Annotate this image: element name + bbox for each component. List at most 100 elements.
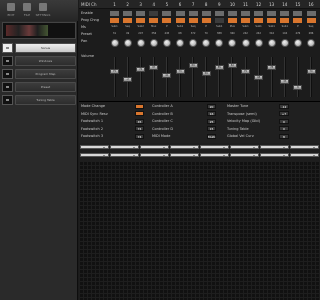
enable-toggle[interactable] — [214, 11, 224, 16]
volume-fader[interactable]: 41 — [162, 73, 172, 78]
prog-change-toggle[interactable] — [201, 18, 211, 23]
param-value[interactable]: 8 — [279, 133, 289, 139]
volume-fader[interactable]: 8 — [293, 85, 303, 90]
ms-value[interactable]: Seq — [189, 25, 198, 28]
ms-value[interactable]: Mux — [228, 25, 237, 28]
pan-knob[interactable] — [176, 39, 184, 47]
param-value[interactable] — [135, 111, 144, 116]
assign-dropdown[interactable] — [260, 153, 289, 157]
enable-toggle[interactable] — [306, 11, 316, 16]
enable-toggle[interactable] — [267, 11, 277, 16]
prog-change-toggle[interactable] — [267, 18, 277, 23]
prog-change-toggle[interactable] — [188, 18, 198, 23]
param-value[interactable]: 0 — [279, 118, 289, 124]
preset-value[interactable]: 476 — [293, 32, 302, 35]
param-value[interactable]: -12 — [279, 103, 289, 109]
pan-knob[interactable] — [241, 39, 250, 47]
param-value[interactable]: +7 — [279, 111, 289, 116]
sidebar-item-windows[interactable]: Windows — [2, 56, 76, 66]
ms-value[interactable]: P — [162, 25, 171, 28]
prog-change-toggle[interactable] — [162, 18, 172, 23]
preset-value[interactable]: 342 — [267, 32, 276, 35]
preset-value[interactable]: 286 — [307, 32, 316, 35]
volume-fader[interactable]: 70 — [306, 69, 316, 74]
pan-knob[interactable] — [215, 39, 224, 47]
prog-change-toggle[interactable] — [254, 18, 264, 23]
param-value[interactable]: 0 — [279, 126, 289, 131]
ms-value[interactable]: Sub1 — [215, 25, 224, 28]
param-value[interactable]: 25 — [207, 118, 216, 124]
prog-change-toggle[interactable] — [214, 18, 224, 23]
preset-value[interactable]: 445 — [162, 32, 171, 35]
pan-knob[interactable] — [307, 39, 315, 47]
assign-dropdown[interactable] — [200, 145, 229, 149]
volume-fader[interactable]: 82 — [227, 63, 237, 68]
assign-dropdown[interactable] — [80, 153, 109, 157]
volume-fader[interactable]: -2 — [123, 77, 133, 82]
pan-knob[interactable] — [162, 39, 171, 47]
assign-dropdown[interactable] — [110, 145, 139, 149]
volume-fader[interactable]: 75 — [110, 69, 119, 74]
edit-button[interactable]: EDIT — [3, 2, 19, 19]
pan-knob[interactable] — [123, 39, 132, 47]
preset-value[interactable]: 31 — [110, 32, 119, 35]
ms-value[interactable]: Sub1 — [280, 25, 289, 28]
enable-toggle[interactable] — [136, 11, 146, 16]
enable-toggle[interactable] — [149, 11, 159, 16]
ms-value[interactable]: P — [202, 25, 211, 28]
assign-dropdown[interactable] — [140, 153, 169, 157]
ms-value[interactable]: Sub1 — [267, 25, 276, 28]
prog-change-toggle[interactable] — [175, 18, 185, 23]
pan-knob[interactable] — [189, 39, 198, 47]
param-value[interactable]: Multi — [207, 133, 216, 139]
prog-change-toggle[interactable] — [149, 18, 159, 23]
enable-toggle[interactable] — [201, 11, 211, 16]
pan-knob[interactable] — [136, 39, 145, 47]
ms-value[interactable]: Sub1 — [254, 25, 263, 28]
volume-fader[interactable]: 33 — [280, 79, 290, 84]
assign-dropdown[interactable] — [230, 153, 259, 157]
enable-toggle[interactable] — [110, 11, 119, 16]
ms-value[interactable]: Seq — [123, 25, 132, 28]
assign-dropdown[interactable] — [110, 153, 139, 157]
preset-value[interactable]: 356 — [149, 32, 158, 35]
assign-dropdown[interactable] — [80, 145, 109, 149]
prog-change-toggle[interactable] — [123, 18, 133, 23]
assign-dropdown[interactable] — [170, 153, 199, 157]
enable-toggle[interactable] — [293, 11, 303, 16]
preset-value[interactable]: 104 — [280, 32, 289, 35]
prog-change-toggle[interactable] — [110, 18, 119, 23]
enable-toggle[interactable] — [123, 11, 133, 16]
file-button[interactable]: FILE — [19, 2, 35, 19]
param-value[interactable] — [135, 103, 144, 109]
enable-toggle[interactable] — [254, 11, 264, 16]
ms-value[interactable]: Sub1 — [176, 25, 185, 28]
enable-toggle[interactable] — [188, 11, 198, 16]
volume-fader[interactable]: 75 — [241, 69, 250, 74]
volume-fader[interactable]: 59 — [201, 71, 211, 76]
volume-fader[interactable]: 74 — [136, 67, 146, 72]
enable-toggle[interactable] — [280, 11, 290, 16]
enable-toggle[interactable] — [175, 11, 185, 16]
ms-value[interactable]: Sub2 — [136, 25, 145, 28]
pan-knob[interactable] — [280, 39, 289, 47]
ms-value[interactable]: P — [293, 25, 302, 28]
preset-value[interactable]: 242 — [254, 32, 263, 35]
volume-fader[interactable]: 78 — [267, 65, 277, 70]
prog-change-toggle[interactable] — [306, 18, 316, 23]
param-value[interactable]: 45 — [135, 118, 144, 124]
prog-change-toggle[interactable] — [241, 18, 250, 23]
pan-knob[interactable] — [149, 39, 158, 47]
volume-fader[interactable]: 89 — [188, 63, 198, 68]
settings-button[interactable]: SETTINGS — [35, 2, 51, 19]
param-value[interactable]: 20 — [207, 103, 216, 109]
pan-knob[interactable] — [110, 39, 119, 47]
preset-value[interactable]: 49 — [123, 32, 132, 35]
sidebar-item-program-map[interactable]: Program Map — [2, 69, 76, 79]
param-value[interactable]: 74 — [135, 133, 144, 139]
sidebar-item-sonus[interactable]: Sonus — [2, 43, 76, 53]
volume-fader[interactable]: 73 — [175, 69, 185, 74]
param-value[interactable]: 16 — [207, 111, 216, 116]
sidebar-item-tuning-table[interactable]: Tuning Table — [2, 95, 76, 105]
preset-value[interactable]: 242 — [241, 32, 250, 35]
